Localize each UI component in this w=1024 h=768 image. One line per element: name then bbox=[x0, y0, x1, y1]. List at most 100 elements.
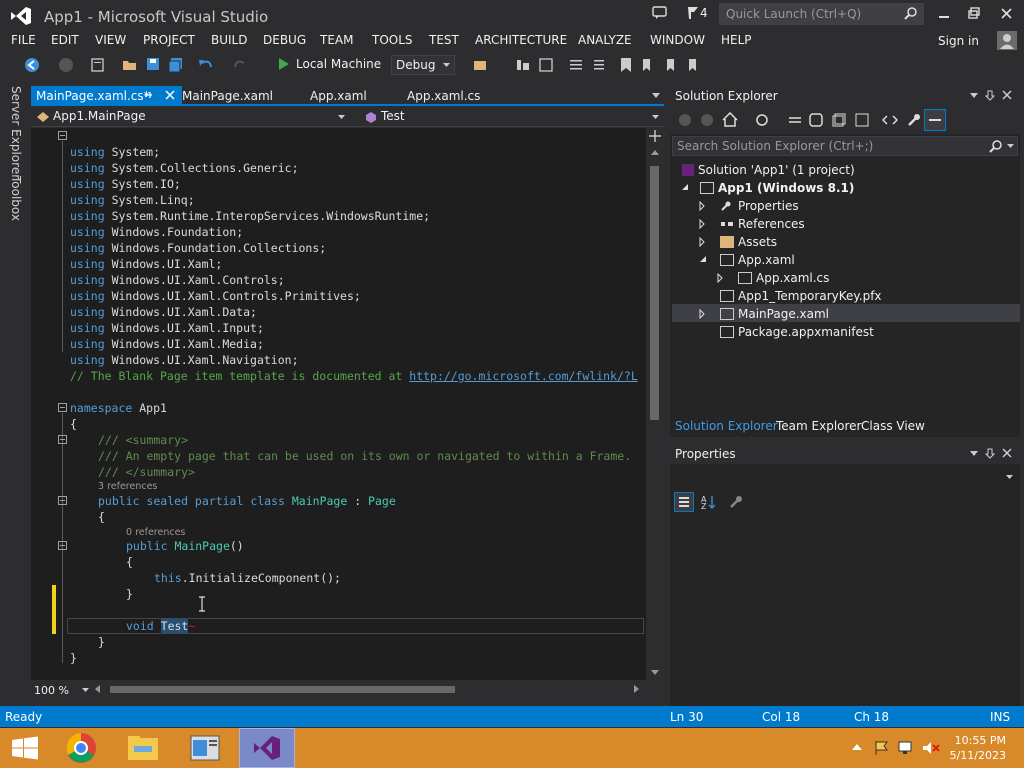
file-explorer-taskbar-icon[interactable] bbox=[118, 728, 168, 768]
tree-item-properties[interactable]: Properties bbox=[720, 197, 799, 215]
menu-analyze[interactable]: ANALYZE bbox=[578, 33, 632, 47]
refresh-icon[interactable] bbox=[808, 112, 824, 128]
navigate-back-icon[interactable] bbox=[24, 57, 40, 73]
tree-project[interactable]: App1 (Windows 8.1) bbox=[700, 179, 854, 197]
sign-in-link[interactable]: Sign in bbox=[938, 34, 979, 48]
run-target-selector[interactable]: Local Machine bbox=[296, 57, 381, 71]
show-files-icon[interactable] bbox=[754, 112, 770, 128]
scroll-left-icon[interactable] bbox=[95, 685, 100, 693]
new-project-icon[interactable] bbox=[90, 57, 106, 73]
notifications-flag-icon[interactable] bbox=[687, 6, 699, 20]
tab-app-xaml[interactable]: App.xaml bbox=[305, 86, 372, 106]
tab-team-explorer[interactable]: Team Explorer bbox=[776, 419, 862, 433]
collapse-comment-icon[interactable] bbox=[58, 435, 67, 444]
uncomment-lines-icon[interactable] bbox=[590, 57, 606, 73]
show-all-files-icon[interactable] bbox=[854, 112, 870, 128]
menu-file[interactable]: FILE bbox=[11, 33, 36, 47]
collapse-class-icon[interactable] bbox=[58, 496, 67, 505]
chevron-down-icon[interactable] bbox=[1006, 475, 1013, 479]
collapsed-arrow-icon[interactable] bbox=[699, 237, 707, 247]
scroll-right-icon[interactable] bbox=[634, 685, 639, 693]
tree-item-app-xaml[interactable]: App.xaml bbox=[720, 251, 795, 269]
menu-project[interactable]: PROJECT bbox=[143, 33, 195, 47]
action-center-flag-icon[interactable] bbox=[874, 740, 890, 756]
configuration-select[interactable]: Debug bbox=[391, 55, 455, 75]
bookmark-icon[interactable] bbox=[620, 57, 632, 73]
tab-solution-explorer[interactable]: Solution Explorer bbox=[675, 419, 778, 433]
save-all-icon[interactable] bbox=[168, 57, 184, 73]
menu-debug[interactable]: DEBUG bbox=[263, 33, 306, 47]
pin-icon[interactable] bbox=[144, 90, 154, 100]
collapse-usings-icon[interactable] bbox=[58, 131, 67, 140]
chevron-down-icon[interactable] bbox=[1007, 144, 1014, 148]
close-tab-icon[interactable] bbox=[165, 90, 175, 100]
restore-button[interactable] bbox=[963, 5, 983, 23]
scroll-down-icon[interactable] bbox=[651, 670, 659, 675]
view-code-icon[interactable] bbox=[882, 112, 898, 128]
back-icon[interactable] bbox=[678, 113, 692, 127]
comment-lines-icon[interactable] bbox=[568, 57, 584, 73]
open-file-icon[interactable] bbox=[122, 57, 138, 73]
menu-test[interactable]: TEST bbox=[429, 33, 459, 47]
horizontal-scroll-thumb[interactable] bbox=[110, 686, 455, 693]
pin-icon[interactable] bbox=[985, 90, 995, 101]
vertical-scrollbar[interactable] bbox=[646, 128, 664, 680]
chevron-down-icon[interactable] bbox=[970, 93, 978, 98]
vertical-scroll-thumb[interactable] bbox=[650, 166, 659, 420]
tree-item-assets[interactable]: Assets bbox=[720, 233, 777, 251]
solution-explorer-search[interactable]: Search Solution Explorer (Ctrl+;) bbox=[672, 136, 1018, 156]
properties-wrench-icon[interactable] bbox=[906, 112, 922, 128]
collapse-namespace-icon[interactable] bbox=[58, 403, 67, 412]
minimize-button[interactable] bbox=[934, 5, 954, 23]
system-clock[interactable]: 10:55 PM 5/11/2023 bbox=[950, 733, 1006, 763]
method-declaration[interactable]: void Test~ bbox=[126, 618, 195, 634]
bookmark-next-icon[interactable] bbox=[666, 57, 682, 73]
find-in-files-icon[interactable] bbox=[472, 57, 488, 73]
tree-item-app-xaml-cs[interactable]: App.xaml.cs bbox=[738, 269, 829, 287]
tree-item-references[interactable]: References bbox=[720, 215, 805, 233]
collapse-all-icon[interactable] bbox=[831, 112, 847, 128]
server-explorer-tab[interactable]: Server Explorer bbox=[9, 86, 23, 179]
show-hidden-icons-icon[interactable] bbox=[852, 744, 862, 750]
redo-icon[interactable] bbox=[232, 57, 248, 73]
split-icon[interactable] bbox=[649, 130, 661, 142]
tree-item-temporary-key[interactable]: App1_TemporaryKey.pfx bbox=[720, 287, 882, 305]
tab-overflow-icon[interactable] bbox=[652, 93, 660, 98]
close-panel-icon[interactable] bbox=[1002, 90, 1012, 100]
collapsed-arrow-icon[interactable] bbox=[717, 273, 725, 283]
zoom-level[interactable]: 100 % bbox=[34, 684, 69, 697]
scroll-up-icon[interactable] bbox=[651, 150, 659, 155]
navigate-forward-icon[interactable] bbox=[58, 57, 74, 73]
collapse-method-icon[interactable] bbox=[58, 541, 67, 550]
chrome-taskbar-icon[interactable] bbox=[56, 728, 106, 768]
pin-icon[interactable] bbox=[985, 448, 995, 459]
home-icon[interactable] bbox=[722, 112, 738, 127]
collapsed-arrow-icon[interactable] bbox=[699, 309, 707, 319]
expanded-arrow-icon[interactable] bbox=[699, 255, 707, 265]
tab-class-view[interactable]: Class View bbox=[861, 419, 925, 433]
menu-view[interactable]: VIEW bbox=[95, 33, 126, 47]
bookmark-prev-icon[interactable] bbox=[642, 57, 658, 73]
property-pages-icon[interactable] bbox=[728, 495, 744, 509]
clear-bookmarks-icon[interactable] bbox=[688, 57, 704, 73]
tab-mainpage-xaml-cs[interactable]: MainPage.xaml.cs* bbox=[31, 86, 182, 106]
expanded-arrow-icon[interactable] bbox=[681, 183, 689, 193]
network-icon[interactable] bbox=[898, 741, 914, 755]
tree-item-mainpage-xaml[interactable]: MainPage.xaml bbox=[720, 305, 829, 323]
menu-help[interactable]: HELP bbox=[721, 33, 752, 47]
start-debugging-icon[interactable] bbox=[278, 57, 290, 71]
volume-muted-icon[interactable] bbox=[922, 741, 940, 755]
sync-icon[interactable] bbox=[787, 112, 803, 128]
alphabetical-icon[interactable]: AZ bbox=[700, 494, 716, 510]
visual-studio-taskbar-icon[interactable] bbox=[239, 728, 295, 768]
toolbox-tab[interactable]: Toolbox bbox=[9, 176, 23, 221]
forward-icon[interactable] bbox=[700, 113, 714, 127]
toolbar-tool-2-icon[interactable] bbox=[538, 57, 554, 73]
undo-icon[interactable] bbox=[198, 57, 214, 73]
fwlink-url[interactable]: http://go.microsoft.com/fwlink/?L bbox=[409, 369, 637, 383]
tab-app-xaml-cs[interactable]: App.xaml.cs bbox=[402, 86, 485, 106]
menu-build[interactable]: BUILD bbox=[211, 33, 247, 47]
type-selector[interactable]: App1.MainPage bbox=[53, 109, 146, 123]
app-taskbar-icon[interactable] bbox=[180, 728, 230, 768]
tree-item-manifest[interactable]: Package.appxmanifest bbox=[720, 323, 874, 341]
